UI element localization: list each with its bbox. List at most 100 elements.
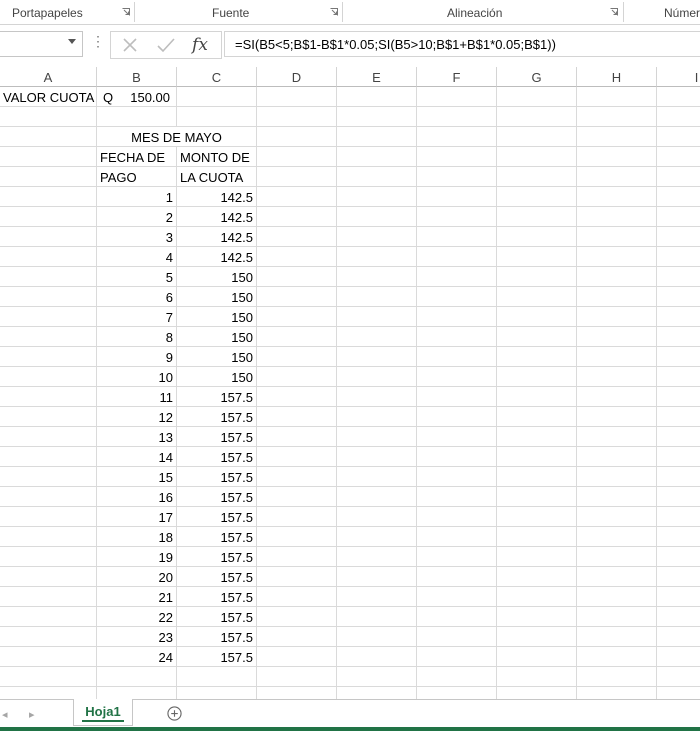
worksheet-grid[interactable]: A B C D E F G H I VALOR CUOTA Q 150.00 MES … (0, 67, 700, 699)
cell[interactable] (577, 447, 657, 467)
cell[interactable] (337, 527, 417, 547)
cell[interactable] (657, 647, 700, 667)
cell[interactable] (417, 227, 497, 247)
cell[interactable] (0, 307, 97, 327)
cell[interactable] (417, 147, 497, 167)
cell[interactable] (0, 687, 97, 699)
cell[interactable] (337, 407, 417, 427)
payment-amount[interactable]: 142.5 (177, 207, 257, 227)
cell[interactable] (97, 687, 177, 699)
cell[interactable] (417, 347, 497, 367)
formula-input[interactable]: =SI(B5<5;B$1-B$1*0.05;SI(B5>10;B$1+B$1*0… (224, 31, 700, 57)
cell[interactable] (0, 107, 97, 127)
cell[interactable] (657, 627, 700, 647)
cell[interactable] (337, 447, 417, 467)
cell[interactable] (657, 507, 700, 527)
cell[interactable] (417, 487, 497, 507)
cell[interactable] (577, 427, 657, 447)
payment-day[interactable]: 6 (97, 287, 177, 307)
cell[interactable] (577, 207, 657, 227)
cell[interactable] (577, 247, 657, 267)
cell[interactable] (0, 327, 97, 347)
cell[interactable] (577, 307, 657, 327)
cell[interactable] (577, 607, 657, 627)
cell[interactable] (417, 567, 497, 587)
cell[interactable] (257, 107, 337, 127)
cell[interactable] (577, 367, 657, 387)
cell[interactable] (257, 167, 337, 187)
cell[interactable] (577, 347, 657, 367)
cell[interactable] (337, 347, 417, 367)
payment-day[interactable]: 24 (97, 647, 177, 667)
cell[interactable] (657, 347, 700, 367)
cell[interactable] (257, 467, 337, 487)
cell[interactable] (497, 267, 577, 287)
cell[interactable] (337, 147, 417, 167)
cell[interactable] (0, 367, 97, 387)
payment-amount[interactable]: 142.5 (177, 227, 257, 247)
cell[interactable] (497, 387, 577, 407)
add-sheet-icon[interactable] (167, 706, 182, 721)
cell[interactable] (417, 127, 497, 147)
cell[interactable] (257, 587, 337, 607)
payment-amount[interactable]: 157.5 (177, 627, 257, 647)
cell[interactable] (497, 687, 577, 699)
cell[interactable] (337, 507, 417, 527)
cell[interactable] (257, 287, 337, 307)
cell[interactable] (577, 487, 657, 507)
payment-amount[interactable]: 157.5 (177, 567, 257, 587)
cell[interactable] (417, 367, 497, 387)
cell[interactable] (257, 427, 337, 447)
cell[interactable] (337, 127, 417, 147)
cell[interactable] (497, 87, 577, 107)
payment-amount[interactable]: 157.5 (177, 407, 257, 427)
cell[interactable] (657, 287, 700, 307)
payment-day[interactable]: 8 (97, 327, 177, 347)
cell[interactable] (657, 607, 700, 627)
payment-day[interactable]: 5 (97, 267, 177, 287)
payment-amount[interactable]: 157.5 (177, 607, 257, 627)
payment-day[interactable]: 3 (97, 227, 177, 247)
cell[interactable] (257, 527, 337, 547)
cell[interactable] (497, 467, 577, 487)
cell[interactable] (417, 527, 497, 547)
cell[interactable] (417, 247, 497, 267)
cell[interactable] (577, 507, 657, 527)
cell[interactable] (0, 547, 97, 567)
cell[interactable] (0, 647, 97, 667)
payment-day[interactable]: 1 (97, 187, 177, 207)
cell[interactable] (337, 207, 417, 227)
cell[interactable] (337, 687, 417, 699)
cell[interactable] (577, 227, 657, 247)
payment-day[interactable]: 23 (97, 627, 177, 647)
cell[interactable] (257, 547, 337, 567)
cell[interactable] (337, 87, 417, 107)
cell[interactable] (417, 387, 497, 407)
cell[interactable] (657, 327, 700, 347)
dialog-launcher-icon[interactable] (122, 8, 130, 16)
cell[interactable] (657, 247, 700, 267)
payment-amount[interactable]: 150 (177, 307, 257, 327)
cell[interactable] (257, 347, 337, 367)
cell[interactable] (577, 667, 657, 687)
cell[interactable] (497, 627, 577, 647)
cell[interactable] (337, 647, 417, 667)
cell[interactable] (657, 267, 700, 287)
cell[interactable] (0, 567, 97, 587)
cell[interactable] (657, 307, 700, 327)
cell[interactable] (577, 467, 657, 487)
cell[interactable] (497, 447, 577, 467)
cell[interactable] (0, 227, 97, 247)
cell[interactable] (0, 447, 97, 467)
cell[interactable] (257, 447, 337, 467)
payment-amount[interactable]: 150 (177, 347, 257, 367)
cell[interactable] (337, 467, 417, 487)
payment-amount[interactable]: 150 (177, 267, 257, 287)
cell[interactable] (257, 627, 337, 647)
payment-day[interactable]: 17 (97, 507, 177, 527)
payment-day[interactable]: 10 (97, 367, 177, 387)
cell[interactable] (257, 247, 337, 267)
cell[interactable] (497, 607, 577, 627)
month-header[interactable]: MES DE MAYO (97, 127, 257, 147)
payment-day[interactable]: 9 (97, 347, 177, 367)
